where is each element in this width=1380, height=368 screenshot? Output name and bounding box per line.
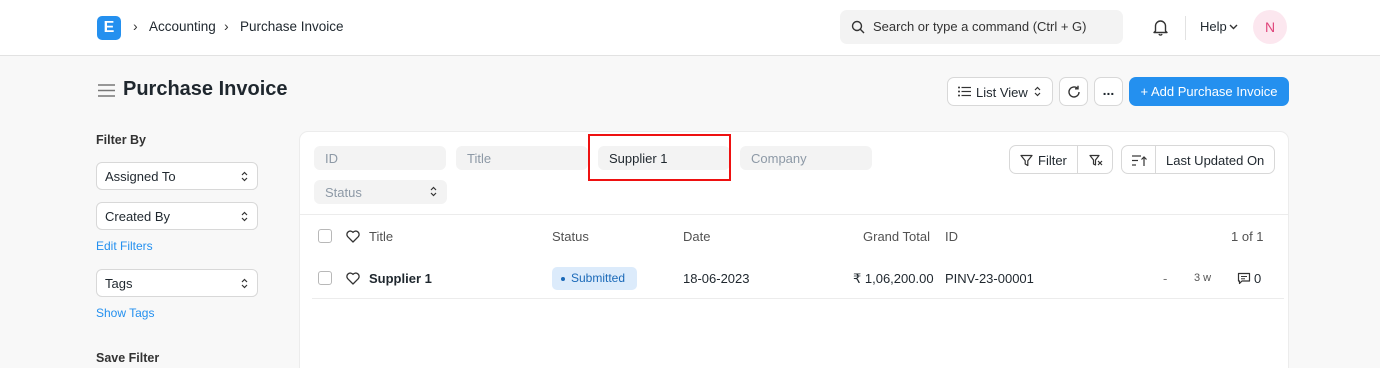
select-arrows-icon (430, 186, 437, 197)
status-filter-placeholder: Status (325, 185, 362, 200)
comment-icon[interactable] (1237, 272, 1251, 285)
search-placeholder: Search or type a command (Ctrl + G) (873, 19, 1087, 34)
filter-area-divider (300, 214, 1288, 215)
row-assigned: - (1163, 271, 1168, 286)
result-count: 1 of 1 (1231, 229, 1264, 244)
column-header-grand-total[interactable]: Grand Total (863, 229, 930, 244)
status-badge-label: Submitted (571, 271, 626, 285)
filter-button-label: Filter (1038, 153, 1067, 168)
select-arrows-icon (241, 211, 248, 222)
avatar[interactable]: N (1253, 10, 1287, 44)
save-filter-heading: Save Filter (96, 351, 160, 365)
row-comment-count: 0 (1254, 271, 1262, 286)
sort-field-button[interactable]: Last Updated On (1155, 145, 1275, 174)
assigned-to-select[interactable]: Assigned To (96, 162, 258, 190)
tags-select[interactable]: Tags (96, 269, 258, 297)
refresh-button[interactable] (1059, 77, 1088, 106)
help-menu[interactable]: Help (1200, 19, 1227, 34)
list-view-label: List View (976, 85, 1028, 100)
sort-ascending-icon (1132, 155, 1147, 166)
company-filter-placeholder: Company (751, 151, 807, 166)
row-grand-total: ₹ 1,06,200.00 (853, 271, 934, 286)
status-badge: Submitted (552, 267, 637, 290)
filter-icon (1020, 154, 1033, 167)
refresh-icon (1068, 85, 1080, 98)
clear-filters-button[interactable] (1077, 145, 1113, 174)
heart-icon[interactable] (346, 272, 360, 285)
title-filter-input[interactable]: Title (456, 146, 588, 170)
more-actions-button[interactable]: ... (1094, 77, 1123, 106)
breadcrumb-accounting[interactable]: Accounting (149, 19, 216, 34)
navbar-divider (1185, 16, 1186, 40)
app-logo[interactable]: E (97, 16, 121, 40)
list-icon (958, 86, 971, 97)
column-header-id[interactable]: ID (945, 229, 958, 244)
select-arrows-icon (241, 278, 248, 289)
row-modified: 3 w (1194, 272, 1212, 284)
breadcrumb-purchase-invoice[interactable]: Purchase Invoice (240, 19, 344, 34)
sort-order-button[interactable] (1121, 145, 1156, 174)
sidebar-toggle-icon[interactable] (98, 84, 115, 97)
filter-clear-icon (1089, 154, 1103, 166)
supplier-filter-highlight (588, 134, 731, 181)
chevron-right-icon: › (133, 18, 138, 34)
column-header-status[interactable]: Status (552, 229, 589, 244)
assigned-to-label: Assigned To (105, 169, 176, 184)
heart-icon[interactable] (346, 230, 360, 243)
id-filter-input[interactable]: ID (314, 146, 446, 170)
created-by-label: Created By (105, 209, 171, 224)
page-title: Purchase Invoice (123, 78, 288, 100)
chevron-right-icon: › (224, 18, 229, 34)
notification-bell-icon[interactable] (1152, 18, 1169, 36)
search-bar[interactable]: Search or type a command (Ctrl + G) (840, 10, 1123, 44)
sort-field-label: Last Updated On (1166, 153, 1265, 168)
chevron-down-icon[interactable] (1229, 24, 1238, 30)
company-filter-input[interactable]: Company (740, 146, 872, 170)
row-date: 18-06-2023 (683, 271, 750, 286)
row-id: PINV-23-00001 (945, 271, 1034, 286)
column-header-date[interactable]: Date (683, 229, 710, 244)
row-checkbox[interactable] (318, 271, 332, 285)
id-filter-placeholder: ID (325, 151, 338, 166)
select-arrows-icon (241, 171, 248, 182)
tags-label: Tags (105, 276, 133, 291)
status-dot (561, 277, 565, 281)
column-header-title[interactable]: Title (369, 229, 393, 244)
select-arrows-icon (1034, 86, 1041, 97)
status-filter-select[interactable]: Status (314, 180, 447, 204)
search-icon (851, 20, 865, 34)
edit-filters-link[interactable]: Edit Filters (96, 239, 153, 253)
created-by-select[interactable]: Created By (96, 202, 258, 230)
filter-button[interactable]: Filter (1009, 145, 1078, 174)
row-title-link[interactable]: Supplier 1 (369, 271, 432, 286)
select-all-checkbox[interactable] (318, 229, 332, 243)
navbar: E › Accounting › Purchase Invoice Search… (0, 0, 1380, 56)
add-purchase-invoice-button[interactable]: + Add Purchase Invoice (1129, 77, 1289, 106)
row-divider (312, 298, 1284, 299)
list-view-button[interactable]: List View (947, 77, 1053, 106)
show-tags-link[interactable]: Show Tags (96, 306, 154, 320)
filter-by-heading: Filter By (96, 133, 147, 147)
title-filter-placeholder: Title (467, 151, 492, 166)
